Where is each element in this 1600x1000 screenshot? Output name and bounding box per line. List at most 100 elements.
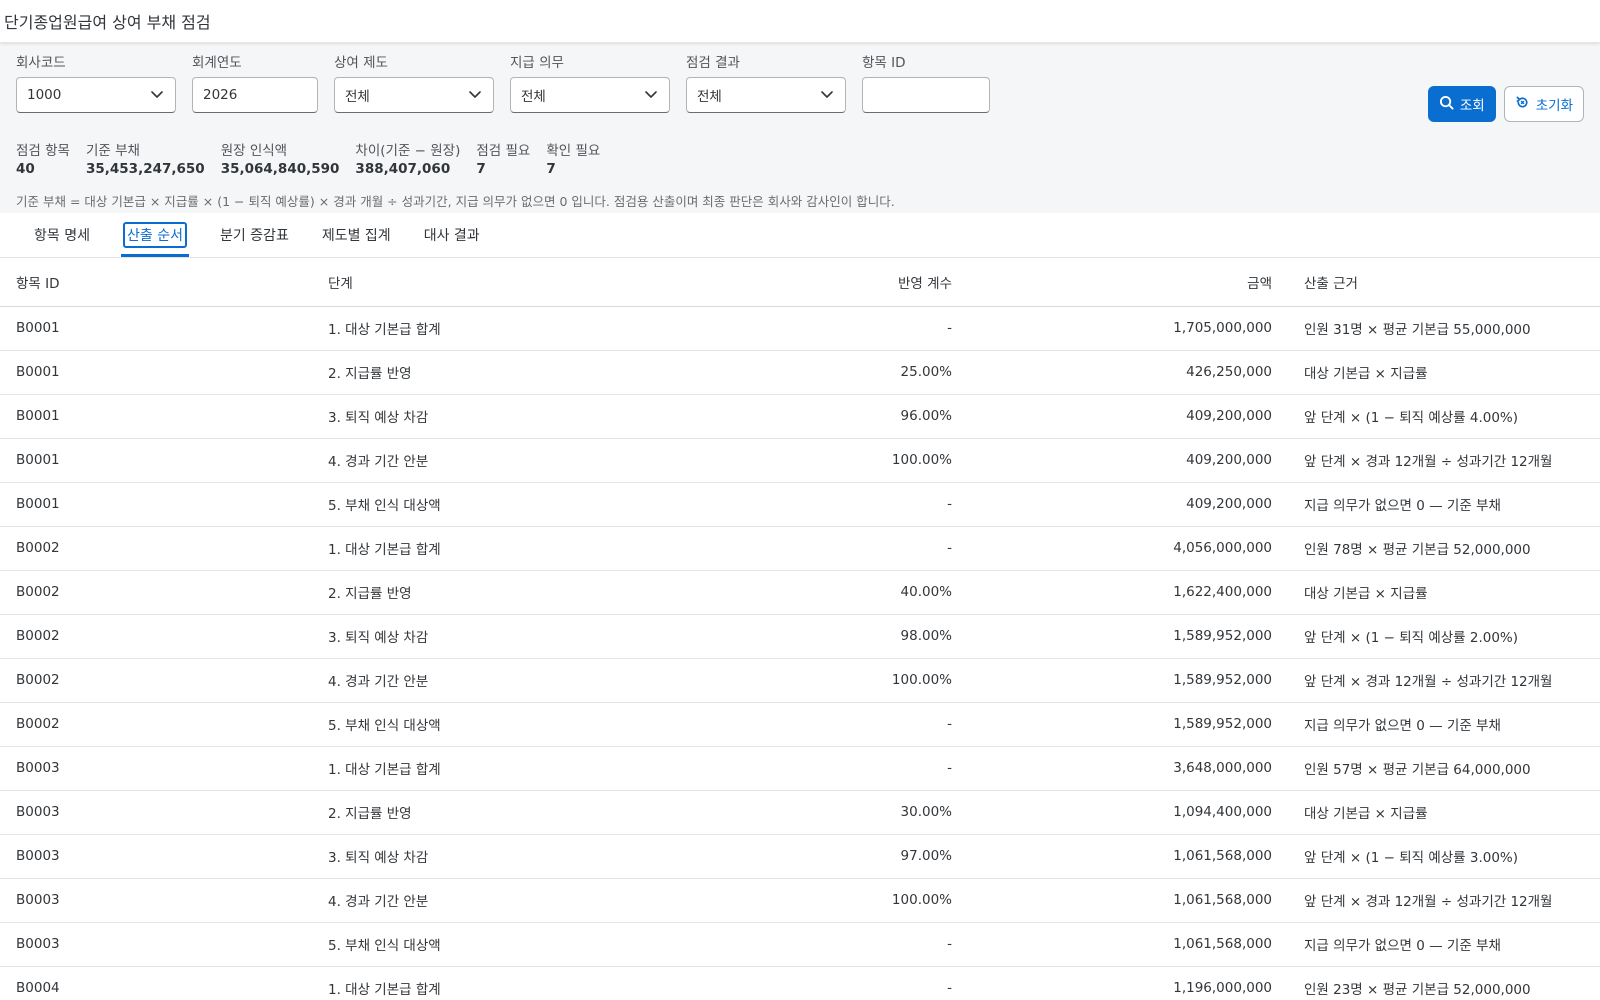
table-cell: B0002 xyxy=(16,716,60,732)
table-cell: 2. 지급률 반영 xyxy=(328,586,412,602)
table-cell: 3. 퇴직 예상 차감 xyxy=(328,410,429,426)
filter-group: 회사코드1000회계연도상여 제도전체지급 의무전체점검 결과전체항목 ID xyxy=(16,51,1006,113)
table-cell: B0001 xyxy=(16,452,60,468)
tab-item[interactable]: 제도별 집계 xyxy=(310,213,403,257)
table-cell: B0001 xyxy=(16,364,60,380)
table-cell: - xyxy=(947,716,952,732)
table-cell: 앞 단계 × (1 − 퇴직 예상률 3.00%) xyxy=(1304,850,1519,866)
filter-input[interactable] xyxy=(862,77,990,113)
tab-item[interactable]: 항목 명세 xyxy=(22,213,102,257)
table-cell: 40.00% xyxy=(900,584,952,600)
tab-item[interactable]: 산출 순서 xyxy=(111,213,199,257)
table-row[interactable]: B0002 5. 부채 인식 대상액 - 1,589,952,000 지급 의무가 없으… xyxy=(0,702,1600,746)
table-cell: 앞 단계 × 경과 12개월 ÷ 성과기간 12개월 xyxy=(1304,674,1553,690)
table-cell: 409,200,000 xyxy=(1186,452,1272,468)
table-row[interactable]: B0002 2. 지급률 반영 40.00% 1,622,400,000 대상 기본급 … xyxy=(0,570,1600,614)
table-body: B0001 1. 대상 기본급 합계 - 1,705,000,000 인원 31명 × … xyxy=(0,306,1600,1000)
reset-icon xyxy=(1515,95,1530,114)
table-cell: 4. 경과 기간 안분 xyxy=(328,674,429,690)
table-row[interactable]: B0001 5. 부채 인식 대상액 - 409,200,000 지급 의무가 없으면 … xyxy=(0,482,1600,526)
reset-button[interactable]: 초기화 xyxy=(1503,86,1584,122)
table-row[interactable]: B0003 1. 대상 기본급 합계 - 3,648,000,000 인원 57명 × … xyxy=(0,746,1600,790)
table-row[interactable]: B0001 4. 경과 기간 안분 100.00% 409,200,000 앞 단계 ×… xyxy=(0,438,1600,482)
table-cell: 409,200,000 xyxy=(1186,496,1272,512)
table-row[interactable]: B0004 1. 대상 기본급 합계 - 1,196,000,000 인원 23명 × … xyxy=(0,966,1600,1000)
table-cell: B0001 xyxy=(16,320,60,336)
column-header[interactable]: 산출 근거 xyxy=(1288,258,1600,306)
table-cell: 3,648,000,000 xyxy=(1173,760,1272,776)
table-cell: 2. 지급률 반영 xyxy=(328,806,412,822)
table-row[interactable]: B0003 4. 경과 기간 안분 100.00% 1,061,568,000 앞 단계… xyxy=(0,878,1600,922)
column-header[interactable]: 항목 ID xyxy=(0,258,312,306)
filter-bar: 회사코드1000회계연도상여 제도전체지급 의무전체점검 결과전체항목 ID 조… xyxy=(0,43,1600,213)
kpi-label: 확인 필요 xyxy=(546,143,601,159)
kpi-label: 기준 부채 xyxy=(85,143,140,159)
table-cell: 1,061,568,000 xyxy=(1173,892,1272,908)
table-cell: 25.00% xyxy=(900,364,952,380)
table-row[interactable]: B0002 3. 퇴직 예상 차감 98.00% 1,589,952,000 앞 단계 … xyxy=(0,614,1600,658)
table-cell: 96.00% xyxy=(900,408,952,424)
table-row[interactable]: B0001 1. 대상 기본급 합계 - 1,705,000,000 인원 31명 × … xyxy=(0,306,1600,350)
kpi-value: 40 xyxy=(16,161,35,177)
filter-field: 지급 의무 전체 xyxy=(510,51,670,113)
kpi-label: 점검 항목 xyxy=(16,143,70,159)
kpi-label: 원장 인식액 xyxy=(220,143,288,159)
chevron-down-icon xyxy=(467,87,483,103)
table-cell: 대상 기본급 × 지급률 xyxy=(1304,806,1428,822)
filter-select[interactable]: 전체 xyxy=(510,77,670,113)
table-row[interactable]: B0002 1. 대상 기본급 합계 - 4,056,000,000 인원 78명 × … xyxy=(0,526,1600,570)
table-cell: 98.00% xyxy=(900,628,952,644)
chevron-down-icon xyxy=(643,87,659,103)
table-cell: - xyxy=(947,760,952,776)
filter-input[interactable] xyxy=(192,77,318,113)
table-cell: 지급 의무가 없으면 0 — 기준 부채 xyxy=(1304,938,1501,954)
column-header[interactable]: 단계 xyxy=(312,258,652,306)
filter-select[interactable]: 1000 xyxy=(16,77,176,113)
table-cell: 지급 의무가 없으면 0 — 기준 부채 xyxy=(1304,718,1501,734)
search-button[interactable]: 조회 xyxy=(1427,86,1496,122)
tab-item[interactable]: 분기 증감표 xyxy=(208,213,301,257)
table-cell: B0002 xyxy=(16,584,60,600)
kpi-summary: 점검 항목 40 기준 부채 35,453,247,650 원장 인식액 35,064,8… xyxy=(16,139,616,177)
table-cell: 1,622,400,000 xyxy=(1173,584,1272,600)
tab-label: 항목 명세 xyxy=(34,228,90,244)
filter-select-value: 1000 xyxy=(27,87,62,103)
kpi-value: 388,407,060 xyxy=(355,161,451,177)
filter-field: 회계연도 xyxy=(192,51,318,113)
kpi-label: 차이(기준 − 원장) xyxy=(355,143,461,159)
table-cell: - xyxy=(947,540,952,556)
filter-label: 회계연도 xyxy=(192,55,242,71)
table-row[interactable]: B0001 2. 지급률 반영 25.00% 426,250,000 대상 기본급 × … xyxy=(0,350,1600,394)
table-row[interactable]: B0003 3. 퇴직 예상 차감 97.00% 1,061,568,000 앞 단계 … xyxy=(0,834,1600,878)
filter-text-input[interactable] xyxy=(873,87,979,103)
table-cell: B0001 xyxy=(16,496,60,512)
table-cell: B0001 xyxy=(16,408,60,424)
kpi-value: 7 xyxy=(476,161,486,177)
chevron-down-icon xyxy=(149,87,165,103)
table-cell: 97.00% xyxy=(900,848,952,864)
table-cell: 3. 퇴직 예상 차감 xyxy=(328,850,429,866)
table-row[interactable]: B0003 2. 지급률 반영 30.00% 1,094,400,000 대상 기본급 … xyxy=(0,790,1600,834)
table-cell: B0002 xyxy=(16,672,60,688)
filter-select[interactable]: 전체 xyxy=(686,77,846,113)
kpi-item: 원장 인식액 35,064,840,590 xyxy=(221,139,340,177)
table-cell: 426,250,000 xyxy=(1186,364,1272,380)
table-row[interactable]: B0001 3. 퇴직 예상 차감 96.00% 409,200,000 앞 단계 × … xyxy=(0,394,1600,438)
title-bar: 단기종업원급여 상여 부채 점검 xyxy=(0,0,1600,43)
column-header[interactable]: 반영 계수 xyxy=(652,258,968,306)
table-row[interactable]: B0003 5. 부채 인식 대상액 - 1,061,568,000 지급 의무가 없으… xyxy=(0,922,1600,966)
tab-item[interactable]: 대사 결과 xyxy=(412,213,492,257)
table-cell: 대상 기본급 × 지급률 xyxy=(1304,366,1428,382)
table-cell: - xyxy=(947,496,952,512)
column-header[interactable]: 금액 xyxy=(968,258,1288,306)
filter-label: 점검 결과 xyxy=(686,55,740,71)
table-cell: 대상 기본급 × 지급률 xyxy=(1304,586,1428,602)
table-cell: B0002 xyxy=(16,628,60,644)
filter-field: 상여 제도 전체 xyxy=(334,51,494,113)
table-cell: 5. 부채 인식 대상액 xyxy=(328,718,441,734)
filter-text-input[interactable] xyxy=(203,87,307,103)
filter-select[interactable]: 전체 xyxy=(334,77,494,113)
table-row[interactable]: B0002 4. 경과 기간 안분 100.00% 1,589,952,000 앞 단계… xyxy=(0,658,1600,702)
table-cell: B0002 xyxy=(16,540,60,556)
table-cell: - xyxy=(947,320,952,336)
